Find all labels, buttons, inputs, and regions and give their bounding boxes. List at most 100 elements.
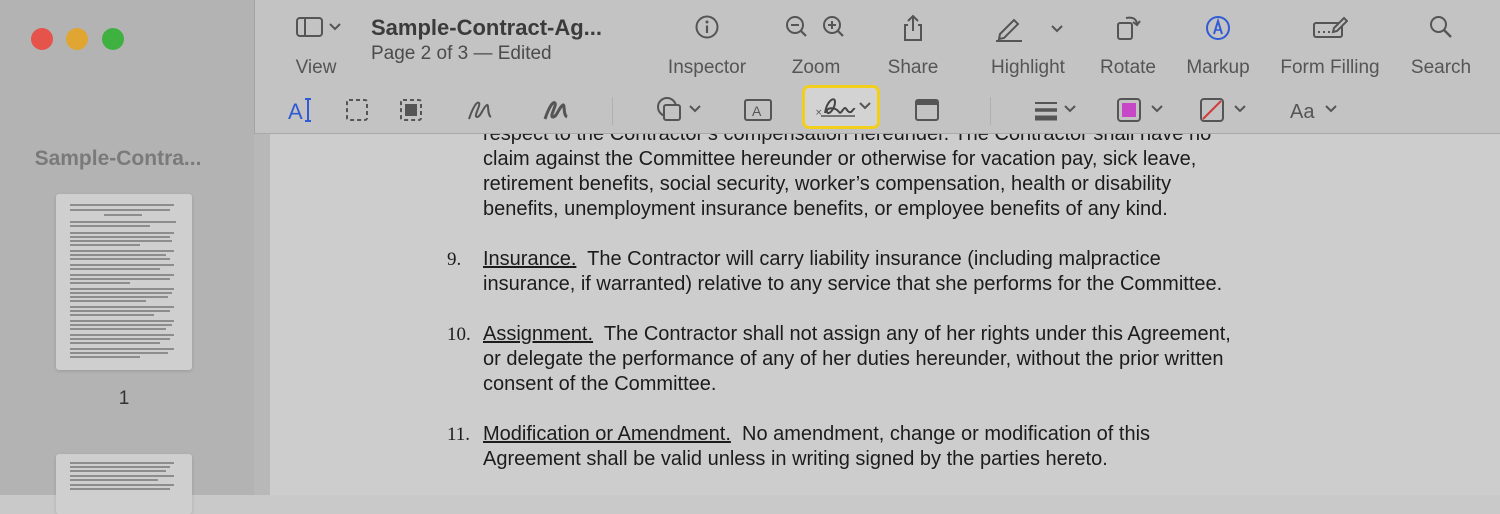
document-title[interactable]: Sample-Contract-Ag...	[371, 15, 602, 41]
rotate-icon	[1117, 16, 1141, 40]
info-icon	[695, 15, 719, 39]
rotate-label: Rotate	[1100, 57, 1156, 78]
search-icon	[1430, 16, 1452, 38]
clause-text: The Contractor shall not assign any of h…	[593, 323, 1231, 345]
chevron-down-icon	[1325, 105, 1337, 113]
chevron-down-icon	[689, 105, 701, 113]
share-icon	[904, 14, 922, 41]
form-filling-label: Form Filling	[1280, 57, 1380, 78]
clause-heading: Modification or Amendment.	[483, 423, 731, 445]
zoom-buttons[interactable]: Zoom	[776, 0, 856, 85]
svg-text:Aa: Aa	[1290, 101, 1315, 123]
clause-first-line: Insurance. The Contractor will carry lia…	[483, 248, 1161, 271]
clause-line: insurance, if warranted) relative to any…	[483, 273, 1223, 295]
view-label: View	[295, 57, 337, 78]
zoom-label: Zoom	[791, 57, 841, 78]
toolbar-separator	[612, 97, 613, 125]
shapes-icon	[657, 97, 701, 121]
sidebar-title: Sample-Contra...	[34, 147, 202, 170]
zoom-in-icon	[823, 16, 844, 37]
page-thumbnail-number: 1	[118, 388, 130, 409]
clause-text: The Contractor will carry liability insu…	[576, 248, 1161, 270]
zoom-out-icon	[786, 16, 807, 37]
zoom-button[interactable]	[102, 28, 124, 50]
rect-selection-icon	[346, 99, 368, 121]
form-filling-button[interactable]: Form Filling	[1275, 0, 1385, 85]
clause-number: 10.	[447, 324, 471, 345]
clause-first-line: Assignment. The Contractor shall not ass…	[483, 323, 1231, 346]
text-cursor-icon: A	[288, 98, 311, 124]
markup-pen-icon	[1206, 16, 1230, 40]
note-icon	[915, 99, 939, 121]
sketch-tool[interactable]	[465, 93, 495, 127]
text-box-tool[interactable]: A	[742, 93, 776, 127]
close-button[interactable]	[31, 28, 53, 50]
chevron-down-icon	[1234, 105, 1246, 113]
document-line: respect to the Contractor’s compensation…	[483, 134, 1212, 145]
toolbar-separator	[990, 97, 991, 125]
signature-button[interactable]: ×	[802, 85, 880, 129]
form-filling-icon	[1313, 16, 1348, 38]
svg-text:A: A	[752, 103, 762, 119]
toolbar: View Sample-Contract-Ag... Page 2 of 3 —…	[255, 0, 1500, 134]
document-subtitle: Page 2 of 3 — Edited	[371, 43, 552, 64]
note-tool[interactable]	[913, 93, 943, 127]
minimize-button[interactable]	[66, 28, 88, 50]
redact-icon	[400, 99, 422, 121]
page-thumbnail-1[interactable]	[56, 194, 192, 370]
inspector-label: Inspector	[667, 57, 747, 78]
document-page: respect to the Contractor’s compensation…	[270, 134, 1500, 495]
document-line: claim against the Committee hereunder or…	[483, 148, 1197, 170]
border-color-tool[interactable]	[1115, 93, 1167, 127]
chevron-down-icon	[859, 102, 871, 110]
markup-label: Markup	[1186, 57, 1250, 78]
signature-icon: ×	[815, 98, 871, 118]
clause-heading: Insurance.	[483, 248, 577, 270]
clause-text: No amendment, change or modification of …	[730, 423, 1151, 445]
clause-line: or delegate the performance of any of he…	[483, 348, 1224, 370]
chevron-down-icon	[1064, 105, 1076, 113]
border-color-icon	[1117, 98, 1163, 122]
draw-icon	[543, 101, 569, 120]
redact-tool[interactable]	[397, 93, 427, 127]
document-line: retirement benefits, social security, wo…	[483, 173, 1172, 195]
sidebar: Sample-Contra... 1	[0, 0, 255, 514]
draw-tool[interactable]	[541, 93, 571, 127]
document-gutter	[254, 134, 270, 495]
text-box-icon: A	[744, 99, 772, 121]
shapes-tool[interactable]	[653, 93, 705, 127]
svg-text:A: A	[288, 99, 303, 124]
clause-number: 11.	[447, 424, 471, 445]
pencil-icon	[996, 18, 1063, 42]
share-button[interactable]: Share	[878, 0, 948, 85]
sketch-icon	[468, 101, 492, 120]
highlight-label: Highlight	[991, 57, 1065, 78]
line-style-icon	[1035, 102, 1076, 121]
search-button[interactable]: Search	[1405, 0, 1477, 85]
chevron-down-icon	[1051, 25, 1063, 33]
zoom-icons	[786, 16, 844, 37]
rotate-button[interactable]: Rotate	[1092, 0, 1164, 85]
search-label: Search	[1410, 57, 1472, 78]
text-style-tool[interactable]: Aa	[1288, 93, 1348, 127]
document-line: benefits, unemployment insurance benefit…	[483, 198, 1168, 220]
rect-selection-tool[interactable]	[343, 93, 373, 127]
clause-line: Agreement shall be valid unless in writi…	[483, 448, 1108, 470]
line-style-tool[interactable]	[1032, 93, 1084, 127]
share-label: Share	[887, 57, 939, 78]
page-thumbnail-2[interactable]	[56, 454, 192, 514]
fill-color-icon	[1200, 98, 1246, 122]
view-button[interactable]: View	[281, 0, 351, 85]
clause-first-line: Modification or Amendment. No amendment,…	[483, 423, 1150, 446]
text-style-icon: Aa	[1290, 101, 1337, 123]
sidebar-icon	[296, 17, 341, 37]
clause-line: consent of the Committee.	[483, 373, 717, 395]
fill-color-tool[interactable]	[1198, 93, 1250, 127]
markup-button[interactable]: Markup	[1180, 0, 1256, 85]
clause-number: 9.	[447, 249, 462, 270]
chevron-down-icon	[1151, 105, 1163, 113]
inspector-button[interactable]: Inspector	[657, 0, 757, 85]
clause-heading: Assignment.	[483, 323, 594, 345]
highlight-button[interactable]: Highlight	[978, 0, 1078, 85]
text-selection-tool[interactable]: A	[285, 93, 319, 127]
